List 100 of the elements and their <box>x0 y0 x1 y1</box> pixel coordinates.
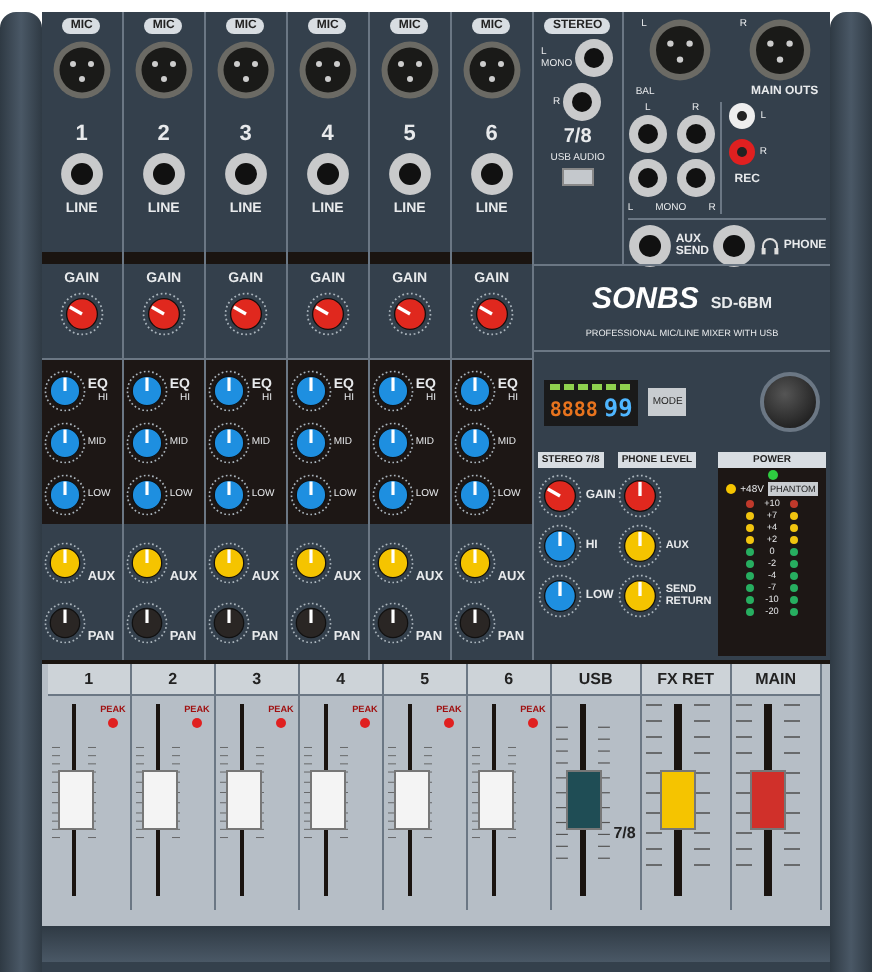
strip-label: 3 <box>215 664 298 696</box>
pan-knob[interactable] <box>125 601 168 643</box>
channel-number: 6 <box>485 122 498 146</box>
eq-knob[interactable] <box>207 369 250 411</box>
xlr-socket-icon <box>461 40 522 100</box>
aux-knob[interactable] <box>125 541 168 583</box>
gain-knob[interactable] <box>469 292 514 336</box>
aux-knob[interactable] <box>289 541 332 583</box>
gain-knob[interactable] <box>387 292 432 336</box>
fader-cap[interactable] <box>225 770 262 830</box>
xlr-socket-icon <box>133 40 194 100</box>
phone-level-knob[interactable] <box>617 474 662 518</box>
jack-socket-icon <box>59 152 104 196</box>
peak-led <box>275 718 286 728</box>
eq-knob[interactable] <box>207 473 250 515</box>
eq-knob[interactable] <box>125 473 168 515</box>
pan-knob[interactable] <box>289 601 332 643</box>
strip-label: FX RET <box>641 664 730 696</box>
pan-knob[interactable] <box>207 601 250 643</box>
fader-cap[interactable] <box>141 770 178 830</box>
eq-knob[interactable] <box>289 421 332 463</box>
jack-socket-icon <box>141 152 186 196</box>
eq-knob[interactable] <box>43 421 86 463</box>
aux-knob[interactable] <box>207 541 250 583</box>
xlr-socket-icon <box>379 40 440 100</box>
fader-cap[interactable] <box>749 770 786 830</box>
gain-knob[interactable] <box>141 292 186 336</box>
brand-logo: SONBS <box>591 282 699 316</box>
channel-number: 7/8 <box>613 824 636 842</box>
jack-socket-icon <box>387 152 432 196</box>
jack-socket-icon <box>562 82 603 122</box>
eq-knob[interactable] <box>371 473 414 515</box>
jack-socket-icon <box>574 38 615 78</box>
channel-number: 7/8 <box>563 126 592 148</box>
time-digits: 8888 <box>549 399 598 421</box>
eq-knob[interactable] <box>207 421 250 463</box>
jack-socket-icon <box>469 152 514 196</box>
gain-knob[interactable] <box>305 292 350 336</box>
eq-knob[interactable] <box>537 524 582 568</box>
eq-knob[interactable] <box>43 473 86 515</box>
xlr-socket-icon <box>297 40 358 100</box>
channel-number: 3 <box>239 122 252 146</box>
jack-socket-icon <box>305 152 350 196</box>
aux-knob[interactable] <box>43 541 86 583</box>
eq-knob[interactable] <box>537 574 582 618</box>
headphones-icon <box>759 236 780 256</box>
aux-knob[interactable] <box>617 574 662 618</box>
gain-knob[interactable] <box>59 292 104 336</box>
pan-knob[interactable] <box>43 601 86 643</box>
fader-cap[interactable] <box>309 770 346 830</box>
channel-number: 2 <box>157 122 170 146</box>
pan-knob[interactable] <box>453 601 496 643</box>
jog-knob[interactable] <box>760 372 821 432</box>
aux-knob[interactable] <box>617 524 662 568</box>
eq-knob[interactable] <box>453 421 496 463</box>
jack-socket-icon <box>675 158 716 198</box>
eq-knob[interactable] <box>289 369 332 411</box>
eq-knob[interactable] <box>289 473 332 515</box>
fader-cap[interactable] <box>477 770 514 830</box>
peak-led <box>527 718 538 728</box>
fader-cap[interactable] <box>565 770 602 830</box>
eq-knob[interactable] <box>43 369 86 411</box>
eq-knob[interactable] <box>371 421 414 463</box>
model-name: SD-6BM <box>710 294 772 312</box>
xlr-socket-icon <box>648 18 713 82</box>
jack-socket-icon <box>675 114 716 154</box>
xlr-socket-icon <box>215 40 276 100</box>
eq-knob[interactable] <box>453 473 496 515</box>
aux-knob[interactable] <box>453 541 496 583</box>
aux-knob[interactable] <box>371 541 414 583</box>
track-number: 99 <box>603 393 633 421</box>
xlr-socket-icon <box>748 18 813 82</box>
peak-led <box>359 718 370 728</box>
jack-socket-icon <box>223 152 268 196</box>
strip-label: 5 <box>383 664 466 696</box>
usb-port[interactable] <box>561 168 594 186</box>
channel-number: 5 <box>403 122 416 146</box>
jack-socket-icon <box>627 224 672 268</box>
peak-led <box>107 718 118 728</box>
jack-socket-icon <box>711 224 756 268</box>
fader-cap[interactable] <box>659 770 696 830</box>
strip-label: 1 <box>47 664 130 696</box>
gain-knob[interactable] <box>537 474 582 518</box>
eq-knob[interactable] <box>125 369 168 411</box>
peak-led <box>191 718 202 728</box>
channel-number: 4 <box>321 122 334 146</box>
gain-knob[interactable] <box>223 292 268 336</box>
strip-label: 4 <box>299 664 382 696</box>
eq-knob[interactable] <box>453 369 496 411</box>
fader-cap[interactable] <box>57 770 94 830</box>
peak-led <box>443 718 454 728</box>
strip-label: 6 <box>467 664 550 696</box>
xlr-socket-icon <box>51 40 112 100</box>
jack-socket-icon <box>627 158 668 198</box>
eq-knob[interactable] <box>371 369 414 411</box>
pan-knob[interactable] <box>371 601 414 643</box>
eq-knob[interactable] <box>125 421 168 463</box>
strip-label: USB <box>551 664 640 696</box>
strip-label: MAIN <box>731 664 820 696</box>
fader-cap[interactable] <box>393 770 430 830</box>
